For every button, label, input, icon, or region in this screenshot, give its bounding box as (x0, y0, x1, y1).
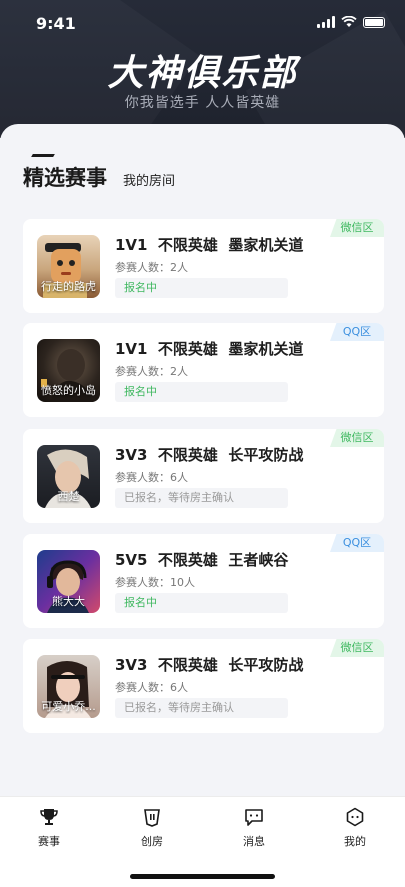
avatar-nickname: 熊大大 (52, 595, 85, 608)
tabbar-label: 我的 (344, 835, 366, 848)
avatar: 熊大大 (37, 550, 100, 613)
tabbar-label: 赛事 (38, 835, 60, 848)
header-banner: 9:41 大神俱乐部 你我皆选手 人人皆英雄 (0, 0, 405, 138)
brand-slogan: 你我皆选手 人人皆英雄 (124, 95, 281, 111)
avatar-nickname: 可爱小乔... (41, 700, 96, 713)
battery-icon (363, 16, 385, 28)
tabbar-label: 创房 (141, 835, 163, 848)
server-badge: 微信区 (330, 639, 384, 657)
event-card[interactable]: 愤怒的小岛 1V1 不限英雄 墨家机关道 参赛人数：2人 报名中 QQ区 (23, 323, 384, 417)
tabbar-label: 消息 (243, 835, 265, 848)
participant-count: 参赛人数：2人 (115, 365, 188, 378)
event-card[interactable]: 西楚 3V3 不限英雄 长平攻防战 参赛人数：6人 已报名，等待房主确认 微信区 (23, 429, 384, 523)
registration-status[interactable]: 报名中 (115, 278, 288, 298)
participant-count: 参赛人数：6人 (115, 471, 188, 484)
server-badge: QQ区 (330, 534, 384, 552)
avatar-nickname: 西楚 (57, 490, 80, 503)
participant-count: 参赛人数：6人 (115, 681, 188, 694)
registration-status[interactable]: 报名中 (115, 593, 288, 613)
registration-status[interactable]: 已报名，等待房主确认 (115, 698, 288, 718)
event-card[interactable]: 行走的路虎 1V1 不限英雄 墨家机关道 参赛人数：2人 报名中 微信区 (23, 219, 384, 313)
server-badge: 微信区 (330, 219, 384, 237)
tabbar-item-messages[interactable]: 消息 (224, 807, 284, 849)
tab-my-rooms[interactable]: 我的房间 (123, 170, 175, 189)
avatar: 愤怒的小岛 (37, 339, 100, 402)
event-title: 1V1 不限英雄 墨家机关道 (115, 340, 304, 358)
avatar: 行走的路虎 (37, 235, 100, 298)
registration-status[interactable]: 已报名，等待房主确认 (115, 488, 288, 508)
tab-featured-events[interactable]: 精选赛事 (23, 162, 107, 192)
avatar: 可爱小乔... (37, 655, 100, 718)
tab-active-indicator (31, 154, 55, 157)
participant-count: 参赛人数：2人 (115, 261, 188, 274)
avatar-nickname: 行走的路虎 (41, 280, 96, 293)
server-badge: 微信区 (330, 429, 384, 447)
avatar: 西楚 (37, 445, 100, 508)
tabbar-item-mine[interactable]: 我的 (325, 807, 385, 849)
tabbar-item-create-room[interactable]: 创房 (122, 807, 182, 849)
event-card[interactable]: 可爱小乔... 3V3 不限英雄 长平攻防战 参赛人数：6人 已报名，等待房主确… (23, 639, 384, 733)
event-title: 5V5 不限英雄 王者峡谷 (115, 551, 289, 569)
avatar-nickname: 愤怒的小岛 (41, 384, 96, 397)
brand-title: 大神俱乐部 (107, 53, 298, 94)
trophy-icon (40, 809, 58, 825)
cellular-signal-icon (317, 16, 335, 28)
status-time: 9:41 (36, 14, 76, 33)
event-card[interactable]: 熊大大 5V5 不限英雄 王者峡谷 参赛人数：10人 报名中 QQ区 (23, 534, 384, 628)
wifi-icon (341, 16, 357, 27)
message-icon (245, 809, 263, 826)
server-badge: QQ区 (330, 323, 384, 341)
status-bar: 9:41 (0, 0, 405, 44)
participant-count: 参赛人数：10人 (115, 576, 195, 589)
status-icons (317, 16, 385, 28)
event-title: 1V1 不限英雄 墨家机关道 (115, 236, 304, 254)
create-room-icon (144, 809, 160, 827)
event-title: 3V3 不限英雄 长平攻防战 (115, 446, 304, 464)
registration-status[interactable]: 报名中 (115, 382, 288, 402)
segment-tabs: 精选赛事 我的房间 (23, 162, 175, 192)
profile-icon (346, 807, 364, 827)
tabbar-item-events[interactable]: 赛事 (19, 807, 79, 849)
event-title: 3V3 不限英雄 长平攻防战 (115, 656, 304, 674)
home-indicator (130, 874, 275, 879)
